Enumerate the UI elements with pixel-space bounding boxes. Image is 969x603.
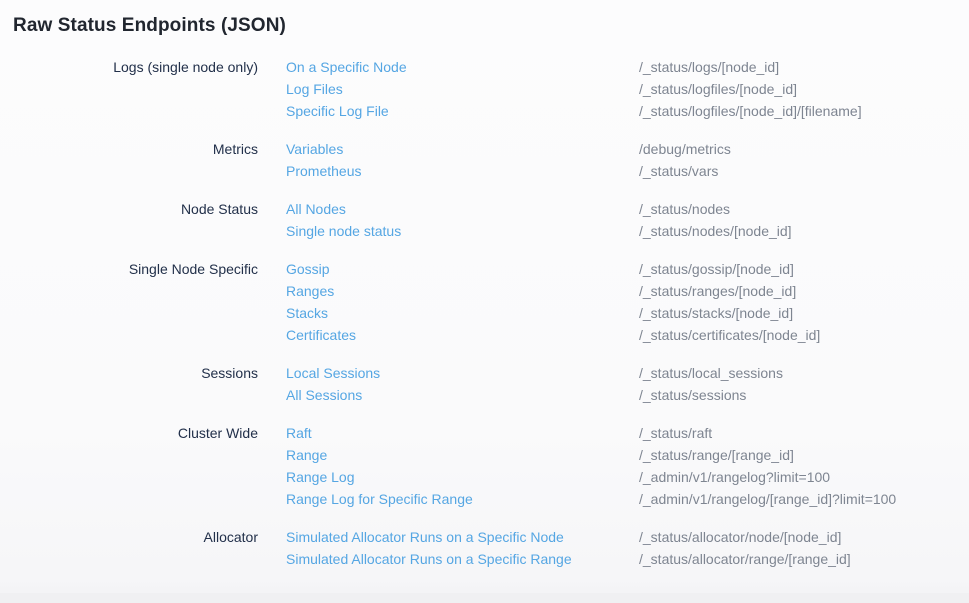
endpoint-path: /_status/local_sessions xyxy=(639,362,783,384)
section-category-label: Node Status xyxy=(13,198,258,220)
endpoint-link[interactable]: Range xyxy=(286,444,639,466)
endpoint-link[interactable]: On a Specific Node xyxy=(286,56,639,78)
endpoint-path: /_status/gossip/[node_id] xyxy=(639,258,820,280)
links-column: Local SessionsAll Sessions xyxy=(286,362,639,406)
page-bottom-edge xyxy=(0,593,969,603)
endpoint-path: /_status/logs/[node_id] xyxy=(639,56,862,78)
endpoint-path: /_status/certificates/[node_id] xyxy=(639,324,820,346)
endpoint-path: /_admin/v1/rangelog?limit=100 xyxy=(639,466,896,488)
links-column: GossipRangesStacksCertificates xyxy=(286,258,639,346)
endpoint-path: /_status/logfiles/[node_id]/[filename] xyxy=(639,100,862,122)
section-category-label: Logs (single node only) xyxy=(13,56,258,78)
endpoint-link[interactable]: Certificates xyxy=(286,324,639,346)
endpoint-link[interactable]: Variables xyxy=(286,138,639,160)
endpoint-link[interactable]: Specific Log File xyxy=(286,100,639,122)
links-column: On a Specific NodeLog FilesSpecific Log … xyxy=(286,56,639,122)
paths-column: /_status/logs/[node_id]/_status/logfiles… xyxy=(639,56,862,122)
paths-column: /debug/metrics/_status/vars xyxy=(639,138,731,182)
endpoint-link[interactable]: Ranges xyxy=(286,280,639,302)
endpoint-link[interactable]: Gossip xyxy=(286,258,639,280)
endpoint-link[interactable]: Stacks xyxy=(286,302,639,324)
endpoint-link[interactable]: Range Log xyxy=(286,466,639,488)
endpoint-path: /_status/allocator/range/[range_id] xyxy=(639,548,851,570)
endpoint-section: Single Node Specific GossipRangesStacksC… xyxy=(13,258,969,346)
links-column: VariablesPrometheus xyxy=(286,138,639,182)
endpoint-path: /_status/ranges/[node_id] xyxy=(639,280,820,302)
paths-column: /_status/raft/_status/range/[range_id]/_… xyxy=(639,422,896,510)
endpoint-path: /_status/nodes xyxy=(639,198,792,220)
links-column: RaftRangeRange LogRange Log for Specific… xyxy=(286,422,639,510)
section-category-label: Sessions xyxy=(13,362,258,384)
endpoint-section: Allocator Simulated Allocator Runs on a … xyxy=(13,526,969,570)
endpoint-section: Sessions Local SessionsAll Sessions /_st… xyxy=(13,362,969,406)
endpoint-link[interactable]: Single node status xyxy=(286,220,639,242)
paths-column: /_status/gossip/[node_id]/_status/ranges… xyxy=(639,258,820,346)
endpoint-path: /_status/nodes/[node_id] xyxy=(639,220,792,242)
endpoint-path: /_status/range/[range_id] xyxy=(639,444,896,466)
section-category-label: Metrics xyxy=(13,138,258,160)
endpoint-path: /_status/logfiles/[node_id] xyxy=(639,78,862,100)
endpoint-path: /_status/vars xyxy=(639,160,731,182)
endpoint-section: Node Status All NodesSingle node status … xyxy=(13,198,969,242)
links-column: Simulated Allocator Runs on a Specific N… xyxy=(286,526,639,570)
endpoint-link[interactable]: Simulated Allocator Runs on a Specific N… xyxy=(286,526,639,548)
endpoint-section: Metrics VariablesPrometheus /debug/metri… xyxy=(13,138,969,182)
endpoint-path: /_admin/v1/rangelog/[range_id]?limit=100 xyxy=(639,488,896,510)
endpoint-path: /debug/metrics xyxy=(639,138,731,160)
endpoint-link[interactable]: All Nodes xyxy=(286,198,639,220)
endpoint-link[interactable]: Raft xyxy=(286,422,639,444)
endpoint-link[interactable]: Local Sessions xyxy=(286,362,639,384)
section-category-label: Single Node Specific xyxy=(13,258,258,280)
endpoint-path: /_status/stacks/[node_id] xyxy=(639,302,820,324)
endpoint-path: /_status/raft xyxy=(639,422,896,444)
endpoint-section: Cluster Wide RaftRangeRange LogRange Log… xyxy=(13,422,969,510)
section-category-label: Allocator xyxy=(13,526,258,548)
paths-column: /_status/allocator/node/[node_id]/_statu… xyxy=(639,526,851,570)
links-column: All NodesSingle node status xyxy=(286,198,639,242)
paths-column: /_status/nodes/_status/nodes/[node_id] xyxy=(639,198,792,242)
endpoint-link[interactable]: Log Files xyxy=(286,78,639,100)
endpoint-path: /_status/allocator/node/[node_id] xyxy=(639,526,851,548)
page-title: Raw Status Endpoints (JSON) xyxy=(13,13,969,39)
endpoint-link[interactable]: Range Log for Specific Range xyxy=(286,488,639,510)
endpoint-link[interactable]: All Sessions xyxy=(286,384,639,406)
endpoint-link[interactable]: Simulated Allocator Runs on a Specific R… xyxy=(286,548,639,570)
endpoint-path: /_status/sessions xyxy=(639,384,783,406)
endpoint-sections: Logs (single node only) On a Specific No… xyxy=(13,56,969,570)
debug-endpoints-page: Raw Status Endpoints (JSON) Logs (single… xyxy=(0,0,969,570)
endpoint-link[interactable]: Prometheus xyxy=(286,160,639,182)
endpoint-section: Logs (single node only) On a Specific No… xyxy=(13,56,969,122)
section-category-label: Cluster Wide xyxy=(13,422,258,444)
paths-column: /_status/local_sessions/_status/sessions xyxy=(639,362,783,406)
